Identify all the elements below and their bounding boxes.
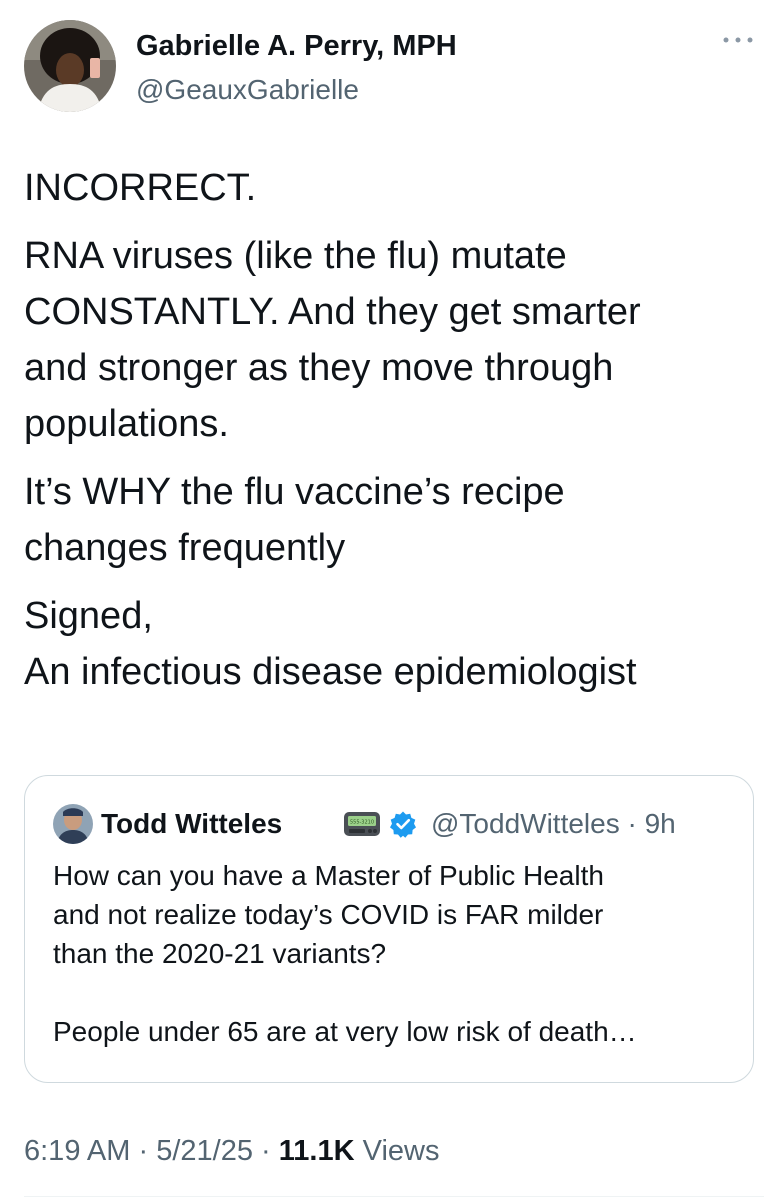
quoted-author-avatar [53, 804, 93, 844]
quoted-tweet-header: Todd Witteles 555-3210 @ToddWitteles · 9… [53, 804, 733, 844]
quoted-author-name: Todd Witteles [101, 808, 283, 839]
quoted-author-handle: @ToddWitteles [431, 808, 620, 839]
tweet-paragraph: INCORRECT. [24, 167, 257, 209]
tweet-paragraph: Signed, An infectious disease epidemiolo… [24, 595, 637, 693]
author-name[interactable]: Gabrielle A. Perry, MPH [136, 30, 457, 63]
tweet-meta-footer: 6:19 AM · 5/21/25 · 11.1K Views [24, 1135, 439, 1168]
tweet-paragraph: RNA viruses (like the flu) mutate CONSTA… [24, 235, 641, 445]
tweet-text: INCORRECT. RNA viruses (like the flu) mu… [24, 160, 764, 712]
tweet-date[interactable]: 5/21/25 [156, 1135, 253, 1167]
views-label[interactable]: Views [363, 1135, 440, 1167]
quoted-tweet-age: 9h [644, 808, 676, 839]
more-horizontal-icon[interactable] [720, 30, 756, 50]
views-count[interactable]: 11.1K [279, 1135, 355, 1167]
quoted-meta: @ToddWitteles · 9h [431, 808, 676, 840]
quoted-tweet-card[interactable]: Todd Witteles 555-3210 @ToddWitteles · 9… [24, 775, 754, 1083]
tweet-time[interactable]: 6:19 AM [24, 1135, 130, 1167]
tweet-paragraph: It’s WHY the flu vaccine’s recipe change… [24, 471, 565, 569]
divider [24, 1196, 764, 1197]
meta-separator: · [138, 1135, 149, 1167]
pager-emoji-icon: 555-3210 [343, 810, 381, 838]
tweet-header: Gabrielle A. Perry, MPH @GeauxGabrielle [24, 20, 760, 116]
meta-separator: · [627, 808, 637, 839]
author-avatar[interactable] [24, 20, 116, 112]
verified-badge-icon [389, 810, 417, 838]
meta-separator: · [261, 1135, 271, 1167]
pager-screen-text: 555-3210 [350, 820, 374, 826]
author-handle[interactable]: @GeauxGabrielle [136, 74, 359, 106]
quoted-tweet-text: How can you have a Master of Public Heal… [53, 860, 637, 1047]
